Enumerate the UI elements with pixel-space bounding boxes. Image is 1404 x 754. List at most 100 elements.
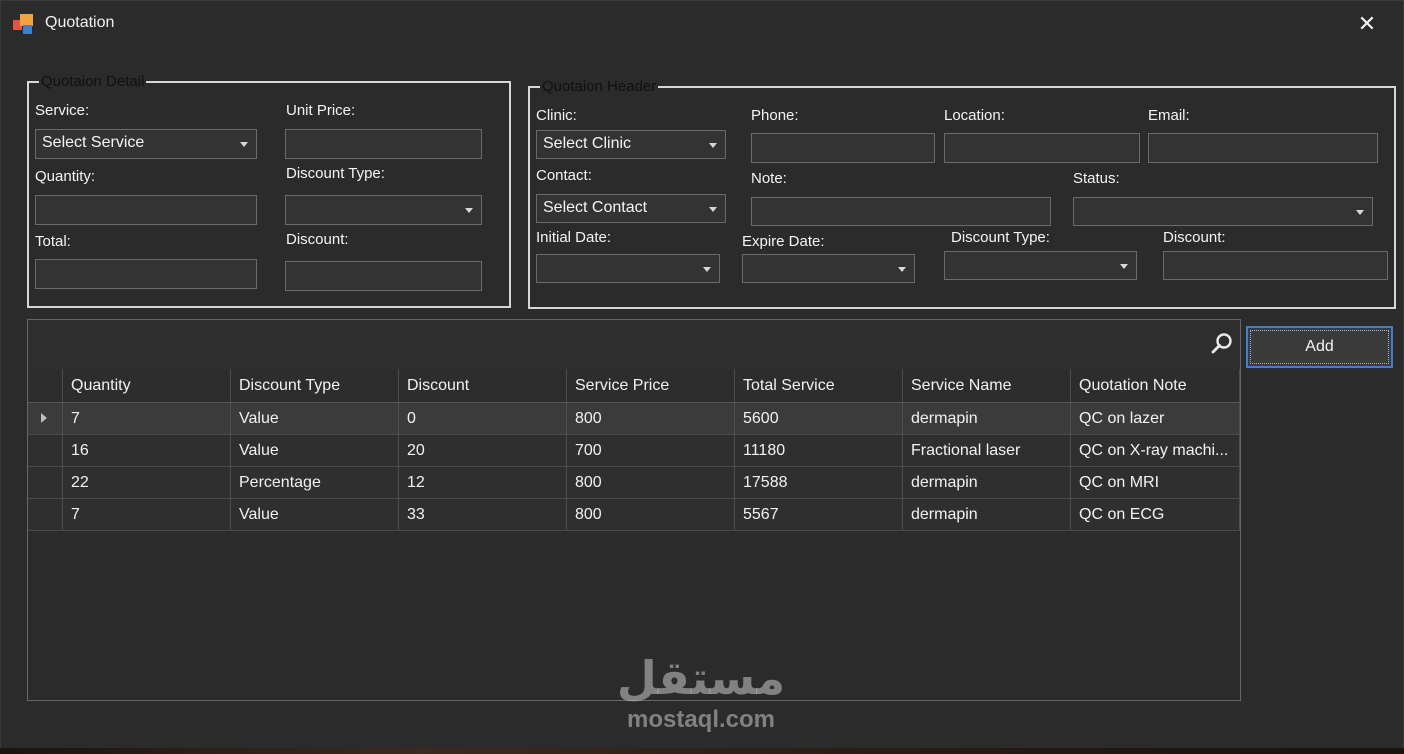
header-discount-label: Discount: [1163, 229, 1226, 246]
table-row[interactable]: 7 Value 33 800 5567 dermapin QC on ECG [28, 499, 1240, 531]
column-header-service-name[interactable]: Service Name [903, 369, 1071, 402]
location-input[interactable] [944, 133, 1140, 163]
cell-discount-type[interactable]: Value [231, 435, 399, 466]
cell-total-service[interactable]: 5567 [735, 499, 903, 530]
cell-total-service[interactable]: 11180 [735, 435, 903, 466]
expire-date-label: Expire Date: [742, 233, 825, 250]
chevron-down-icon [1356, 210, 1364, 215]
add-button[interactable]: Add [1246, 326, 1393, 368]
total-input[interactable] [35, 259, 257, 289]
cell-total-service[interactable]: 5600 [735, 403, 903, 434]
cell-service-name[interactable]: dermapin [903, 499, 1071, 530]
cell-service-price[interactable]: 800 [567, 499, 735, 530]
cell-quantity[interactable]: 22 [63, 467, 231, 498]
header-discount-type-combobox[interactable] [944, 251, 1137, 280]
cell-total-service[interactable]: 17588 [735, 467, 903, 498]
clinic-label: Clinic: [536, 107, 577, 124]
service-combobox[interactable]: Select Service [35, 129, 257, 159]
cell-discount[interactable]: 33 [399, 499, 567, 530]
cell-service-name[interactable]: dermapin [903, 403, 1071, 434]
cell-discount-type[interactable]: Value [231, 499, 399, 530]
clinic-combobox-value: Select Clinic [543, 135, 632, 152]
watermark: مستقل mostaql.com [611, 651, 791, 743]
column-header-discount-type[interactable]: Discount Type [231, 369, 399, 402]
chevron-down-icon [709, 207, 717, 212]
service-combobox-value: Select Service [42, 134, 145, 151]
quantity-input[interactable] [35, 195, 257, 225]
column-header-quantity[interactable]: Quantity [63, 369, 231, 402]
total-label: Total: [35, 233, 71, 250]
column-header-discount[interactable]: Discount [399, 369, 567, 402]
detail-discount-type-label: Discount Type: [286, 165, 385, 182]
table-row[interactable]: 16 Value 20 700 11180 Fractional laser Q… [28, 435, 1240, 467]
clinic-combobox[interactable]: Select Clinic [536, 130, 726, 159]
quotation-grid: Quantity Discount Type Discount Service … [27, 319, 1241, 701]
grid-corner-header [28, 369, 63, 402]
cell-service-name[interactable]: Fractional laser [903, 435, 1071, 466]
note-label: Note: [751, 170, 787, 187]
cell-service-name[interactable]: dermapin [903, 467, 1071, 498]
cell-quotation-note[interactable]: QC on lazer [1071, 403, 1240, 434]
detail-discount-type-combobox[interactable] [285, 195, 482, 225]
row-header[interactable] [28, 403, 63, 434]
cell-service-price[interactable]: 800 [567, 467, 735, 498]
column-header-service-price[interactable]: Service Price [567, 369, 735, 402]
watermark-arabic: مستقل [616, 652, 786, 704]
status-label: Status: [1073, 170, 1120, 187]
quotation-header-legend: Quotaion Header [542, 78, 657, 95]
cell-quantity[interactable]: 7 [63, 499, 231, 530]
cell-service-price[interactable]: 800 [567, 403, 735, 434]
app-icon [13, 14, 33, 34]
cell-quotation-note[interactable]: QC on ECG [1071, 499, 1240, 530]
cell-discount-type[interactable]: Value [231, 403, 399, 434]
column-header-total-service[interactable]: Total Service [735, 369, 903, 402]
quantity-label: Quantity: [35, 168, 96, 185]
close-icon[interactable]: ✕ [1347, 6, 1387, 42]
initial-date-picker[interactable] [536, 254, 720, 283]
chevron-down-icon [1120, 264, 1128, 269]
row-header[interactable] [28, 467, 63, 498]
phone-label: Phone: [751, 107, 799, 124]
header-discount-type-label: Discount Type: [951, 229, 1050, 246]
row-header[interactable] [28, 435, 63, 466]
chevron-down-icon [465, 208, 473, 213]
cell-quantity[interactable]: 7 [63, 403, 231, 434]
header-discount-input[interactable] [1163, 251, 1388, 280]
watermark-latin: mostaql.com [626, 706, 776, 733]
unit-price-label: Unit Price: [286, 102, 356, 119]
chevron-down-icon [709, 143, 717, 148]
contact-label: Contact: [536, 167, 592, 184]
grid-header: Quantity Discount Type Discount Service … [28, 369, 1240, 403]
detail-discount-input[interactable] [285, 261, 482, 291]
search-icon[interactable] [1210, 332, 1234, 356]
table-row[interactable]: 22 Percentage 12 800 17588 dermapin QC o… [28, 467, 1240, 499]
location-label: Location: [944, 107, 1005, 124]
cell-quantity[interactable]: 16 [63, 435, 231, 466]
unit-price-input[interactable] [285, 129, 482, 159]
chevron-down-icon [703, 267, 711, 272]
desktop-background-strip [0, 748, 1404, 754]
row-header[interactable] [28, 499, 63, 530]
cell-discount[interactable]: 0 [399, 403, 567, 434]
column-header-quotation-note[interactable]: Quotation Note [1071, 369, 1240, 402]
email-input[interactable] [1148, 133, 1378, 163]
cell-service-price[interactable]: 700 [567, 435, 735, 466]
cell-discount[interactable]: 20 [399, 435, 567, 466]
quotation-detail-legend: Quotaion Detail [41, 73, 145, 90]
expire-date-picker[interactable] [742, 254, 915, 283]
cell-discount-type[interactable]: Percentage [231, 467, 399, 498]
cell-quotation-note[interactable]: QC on X-ray machi... [1071, 435, 1240, 466]
status-combobox[interactable] [1073, 197, 1373, 226]
phone-input[interactable] [751, 133, 935, 163]
cell-discount[interactable]: 12 [399, 467, 567, 498]
note-input[interactable] [751, 197, 1051, 226]
chevron-down-icon [898, 267, 906, 272]
contact-combobox[interactable]: Select Contact [536, 194, 726, 223]
table-row[interactable]: 7 Value 0 800 5600 dermapin QC on lazer [28, 403, 1240, 435]
window-title: Quotation [45, 14, 115, 31]
cell-quotation-note[interactable]: QC on MRI [1071, 467, 1240, 498]
quotation-window: Quotation ✕ Quotaion Detail Service: Sel… [0, 0, 1404, 750]
initial-date-label: Initial Date: [536, 229, 612, 246]
email-label: Email: [1148, 107, 1190, 124]
chevron-down-icon [240, 142, 248, 147]
